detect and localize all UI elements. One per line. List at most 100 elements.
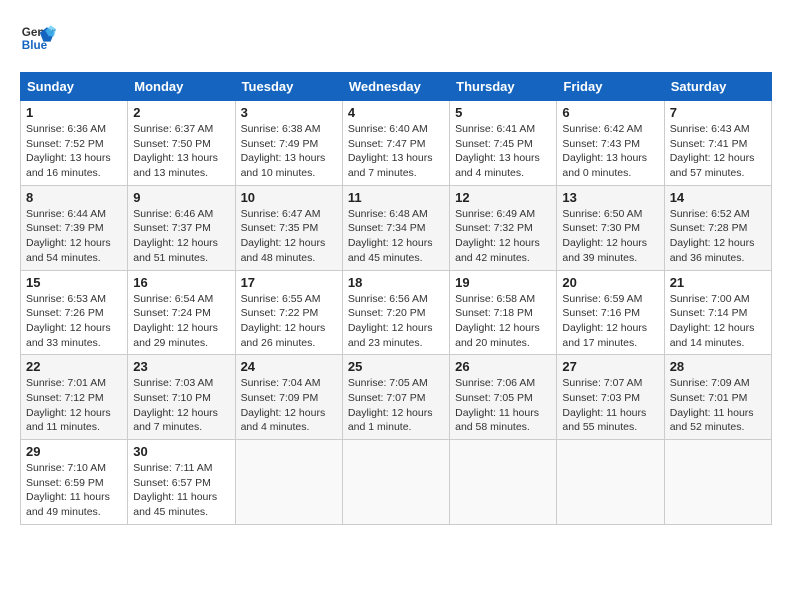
calendar-cell: 17Sunrise: 6:55 AMSunset: 7:22 PMDayligh… [235,270,342,355]
day-number: 11 [348,190,444,205]
calendar-cell [235,440,342,525]
day-info: Sunrise: 6:55 AMSunset: 7:22 PMDaylight:… [241,293,326,349]
day-number: 21 [670,275,766,290]
weekday-header-monday: Monday [128,73,235,101]
calendar-week-row: 29 Sunrise: 7:10 AMSunset: 6:59 PMDayligh… [21,440,772,525]
day-number: 9 [133,190,229,205]
calendar-cell: 5 Sunrise: 6:41 AMSunset: 7:45 PMDaylight… [450,101,557,186]
day-info: Sunrise: 6:46 AMSunset: 7:37 PMDaylight:… [133,208,218,264]
weekday-header-wednesday: Wednesday [342,73,449,101]
calendar-cell: 20 Sunrise: 6:59 AMSunset: 7:16 PMDayligh… [557,270,664,355]
day-number: 20 [562,275,658,290]
day-info: Sunrise: 6:53 AMSunset: 7:26 PMDaylight:… [26,293,111,349]
day-number: 6 [562,105,658,120]
day-number: 27 [562,359,658,374]
weekday-header-row: SundayMondayTuesdayWednesdayThursdayFrid… [21,73,772,101]
day-info: Sunrise: 7:10 AMSunset: 6:59 PMDaylight:… [26,462,110,518]
day-info: Sunrise: 6:58 AMSunset: 7:18 PMDaylight:… [455,293,540,349]
weekday-header-friday: Friday [557,73,664,101]
day-info: Sunrise: 7:07 AMSunset: 7:03 PMDaylight:… [562,377,646,433]
calendar-week-row: 22 Sunrise: 7:01 AMSunset: 7:12 PMDayligh… [21,355,772,440]
calendar-cell: 27 Sunrise: 7:07 AMSunset: 7:03 PMDayligh… [557,355,664,440]
day-info: Sunrise: 6:47 AMSunset: 7:35 PMDaylight:… [241,208,326,264]
calendar-cell: 23 Sunrise: 7:03 AMSunset: 7:10 PMDayligh… [128,355,235,440]
day-number: 22 [26,359,122,374]
day-info: Sunrise: 7:03 AMSunset: 7:10 PMDaylight:… [133,377,218,433]
calendar-cell: 18Sunrise: 6:56 AMSunset: 7:20 PMDayligh… [342,270,449,355]
logo-icon: General Blue [20,20,56,56]
day-number: 19 [455,275,551,290]
day-number: 26 [455,359,551,374]
calendar-cell: 10 Sunrise: 6:47 AMSunset: 7:35 PMDayligh… [235,185,342,270]
logo: General Blue [20,20,56,56]
day-number: 3 [241,105,337,120]
calendar-cell: 1 Sunrise: 6:36 AMSunset: 7:52 PMDaylight… [21,101,128,186]
calendar-week-row: 1 Sunrise: 6:36 AMSunset: 7:52 PMDaylight… [21,101,772,186]
day-info: Sunrise: 6:44 AMSunset: 7:39 PMDaylight:… [26,208,111,264]
day-info: Sunrise: 7:06 AMSunset: 7:05 PMDaylight:… [455,377,539,433]
calendar-cell: 9 Sunrise: 6:46 AMSunset: 7:37 PMDaylight… [128,185,235,270]
calendar-cell [557,440,664,525]
day-number: 8 [26,190,122,205]
day-number: 12 [455,190,551,205]
day-info: Sunrise: 6:54 AMSunset: 7:24 PMDaylight:… [133,293,218,349]
day-number: 29 [26,444,122,459]
calendar-cell: 15 Sunrise: 6:53 AMSunset: 7:26 PMDayligh… [21,270,128,355]
calendar-cell: 30 Sunrise: 7:11 AMSunset: 6:57 PMDayligh… [128,440,235,525]
day-number: 16 [133,275,229,290]
day-number: 24 [241,359,337,374]
calendar-cell: 7 Sunrise: 6:43 AMSunset: 7:41 PMDaylight… [664,101,771,186]
day-info: Sunrise: 6:52 AMSunset: 7:28 PMDaylight:… [670,208,755,264]
day-info: Sunrise: 6:41 AMSunset: 7:45 PMDaylight:… [455,123,540,179]
day-info: Sunrise: 6:50 AMSunset: 7:30 PMDaylight:… [562,208,647,264]
weekday-header-saturday: Saturday [664,73,771,101]
day-info: Sunrise: 6:49 AMSunset: 7:32 PMDaylight:… [455,208,540,264]
day-number: 13 [562,190,658,205]
calendar-cell: 14 Sunrise: 6:52 AMSunset: 7:28 PMDayligh… [664,185,771,270]
day-number: 4 [348,105,444,120]
day-number: 14 [670,190,766,205]
day-info: Sunrise: 7:00 AMSunset: 7:14 PMDaylight:… [670,293,755,349]
calendar-cell: 16 Sunrise: 6:54 AMSunset: 7:24 PMDayligh… [128,270,235,355]
day-info: Sunrise: 6:56 AMSunset: 7:20 PMDaylight:… [348,293,433,349]
day-number: 5 [455,105,551,120]
day-info: Sunrise: 7:09 AMSunset: 7:01 PMDaylight:… [670,377,754,433]
calendar-cell [664,440,771,525]
page-header: General Blue [20,20,772,56]
day-number: 10 [241,190,337,205]
day-number: 30 [133,444,229,459]
day-number: 28 [670,359,766,374]
day-info: Sunrise: 6:37 AMSunset: 7:50 PMDaylight:… [133,123,218,179]
weekday-header-thursday: Thursday [450,73,557,101]
calendar-cell: 19 Sunrise: 6:58 AMSunset: 7:18 PMDayligh… [450,270,557,355]
day-info: Sunrise: 7:11 AMSunset: 6:57 PMDaylight:… [133,462,217,518]
calendar-cell: 29 Sunrise: 7:10 AMSunset: 6:59 PMDayligh… [21,440,128,525]
day-info: Sunrise: 6:42 AMSunset: 7:43 PMDaylight:… [562,123,647,179]
calendar-cell [450,440,557,525]
calendar-cell: 6 Sunrise: 6:42 AMSunset: 7:43 PMDaylight… [557,101,664,186]
calendar-cell: 25Sunrise: 7:05 AMSunset: 7:07 PMDayligh… [342,355,449,440]
day-number: 2 [133,105,229,120]
day-number: 23 [133,359,229,374]
calendar-cell: 26 Sunrise: 7:06 AMSunset: 7:05 PMDayligh… [450,355,557,440]
day-number: 15 [26,275,122,290]
day-info: Sunrise: 6:59 AMSunset: 7:16 PMDaylight:… [562,293,647,349]
calendar-cell: 2 Sunrise: 6:37 AMSunset: 7:50 PMDaylight… [128,101,235,186]
day-info: Sunrise: 7:01 AMSunset: 7:12 PMDaylight:… [26,377,111,433]
calendar-cell: 4Sunrise: 6:40 AMSunset: 7:47 PMDaylight… [342,101,449,186]
day-number: 1 [26,105,122,120]
day-info: Sunrise: 6:48 AMSunset: 7:34 PMDaylight:… [348,208,433,264]
calendar-cell: 11 Sunrise: 6:48 AMSunset: 7:34 PMDayligh… [342,185,449,270]
day-info: Sunrise: 6:36 AMSunset: 7:52 PMDaylight:… [26,123,111,179]
day-number: 25 [348,359,444,374]
calendar-cell [342,440,449,525]
calendar-week-row: 15 Sunrise: 6:53 AMSunset: 7:26 PMDayligh… [21,270,772,355]
calendar-cell: 22 Sunrise: 7:01 AMSunset: 7:12 PMDayligh… [21,355,128,440]
calendar-cell: 12 Sunrise: 6:49 AMSunset: 7:32 PMDayligh… [450,185,557,270]
calendar-cell: 8 Sunrise: 6:44 AMSunset: 7:39 PMDaylight… [21,185,128,270]
calendar-cell: 3Sunrise: 6:38 AMSunset: 7:49 PMDaylight… [235,101,342,186]
day-info: Sunrise: 6:43 AMSunset: 7:41 PMDaylight:… [670,123,755,179]
day-number: 7 [670,105,766,120]
calendar-cell: 21 Sunrise: 7:00 AMSunset: 7:14 PMDayligh… [664,270,771,355]
calendar-cell: 24Sunrise: 7:04 AMSunset: 7:09 PMDayligh… [235,355,342,440]
